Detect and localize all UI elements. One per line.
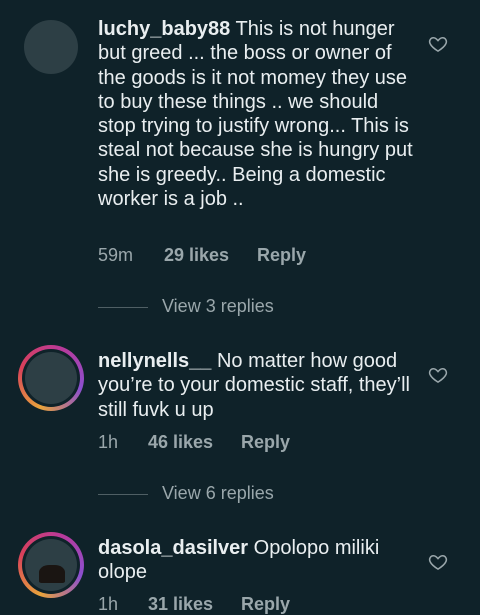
replies-divider	[98, 494, 148, 495]
comment-time: 59m	[98, 245, 134, 265]
comment-username[interactable]: dasola_dasilver	[98, 537, 248, 559]
comment-username[interactable]: luchy_baby88	[98, 18, 230, 40]
comment-meta: 1h 46 likes Reply	[98, 432, 290, 453]
avatar[interactable]	[24, 20, 78, 74]
reply-button[interactable]: Reply	[257, 245, 306, 266]
comment-text: nellynells__ No matter how good you’re t…	[98, 349, 414, 422]
avatar	[25, 539, 77, 591]
comment-text: luchy_baby88 This is not hunger but gree…	[98, 17, 414, 211]
view-replies-button[interactable]: View 6 replies	[98, 483, 398, 507]
heart-icon[interactable]	[428, 365, 448, 385]
heart-icon[interactable]	[428, 552, 448, 572]
comment-meta: 59m 29 likes Reply	[98, 245, 306, 266]
comment-time: 1h	[98, 594, 119, 614]
reply-button[interactable]: Reply	[241, 594, 290, 615]
avatar-story-ring[interactable]	[18, 532, 84, 598]
likes-count[interactable]: 29 likes	[164, 245, 257, 266]
view-replies-label: View 6 replies	[162, 483, 274, 503]
comment-text: dasola_dasilver Opolopo miliki olope	[98, 536, 414, 585]
comment-time: 1h	[98, 432, 119, 452]
comment-meta: 1h 31 likes Reply	[98, 594, 290, 615]
avatar	[25, 352, 77, 404]
avatar-story-ring[interactable]	[18, 345, 84, 411]
likes-count[interactable]: 46 likes	[148, 432, 241, 453]
reply-button[interactable]: Reply	[241, 432, 290, 453]
heart-icon[interactable]	[428, 34, 448, 54]
replies-divider	[98, 307, 148, 308]
view-replies-button[interactable]: View 3 replies	[98, 296, 398, 320]
view-replies-label: View 3 replies	[162, 296, 274, 316]
comment-body: This is not hunger but greed ... the bos…	[98, 18, 413, 211]
comment-username[interactable]: nellynells__	[98, 350, 211, 372]
likes-count[interactable]: 31 likes	[148, 594, 241, 615]
